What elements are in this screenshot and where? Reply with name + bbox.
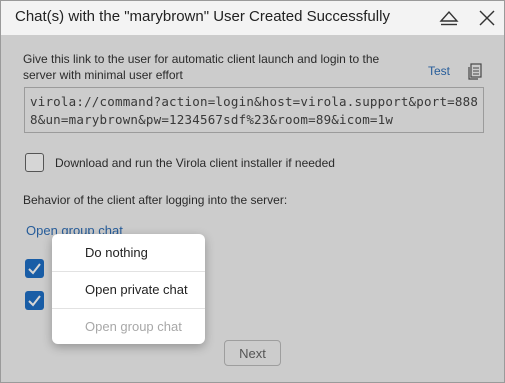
close-icon <box>479 10 495 26</box>
dialog-title: Chat(s) with the "marybrown" User Create… <box>15 8 390 25</box>
minimize-button[interactable] <box>435 4 463 32</box>
menu-item-open-private-chat[interactable]: Open private chat <box>52 272 205 308</box>
triangle-up-icon <box>439 10 459 26</box>
behavior-dropdown-menu: Do nothing Open private chat Open group … <box>52 234 205 344</box>
menu-item-do-nothing[interactable]: Do nothing <box>52 235 205 271</box>
title-bar: Chat(s) with the "marybrown" User Create… <box>1 1 504 35</box>
close-button[interactable] <box>473 4 501 32</box>
menu-item-open-group-chat: Open group chat <box>85 319 182 334</box>
